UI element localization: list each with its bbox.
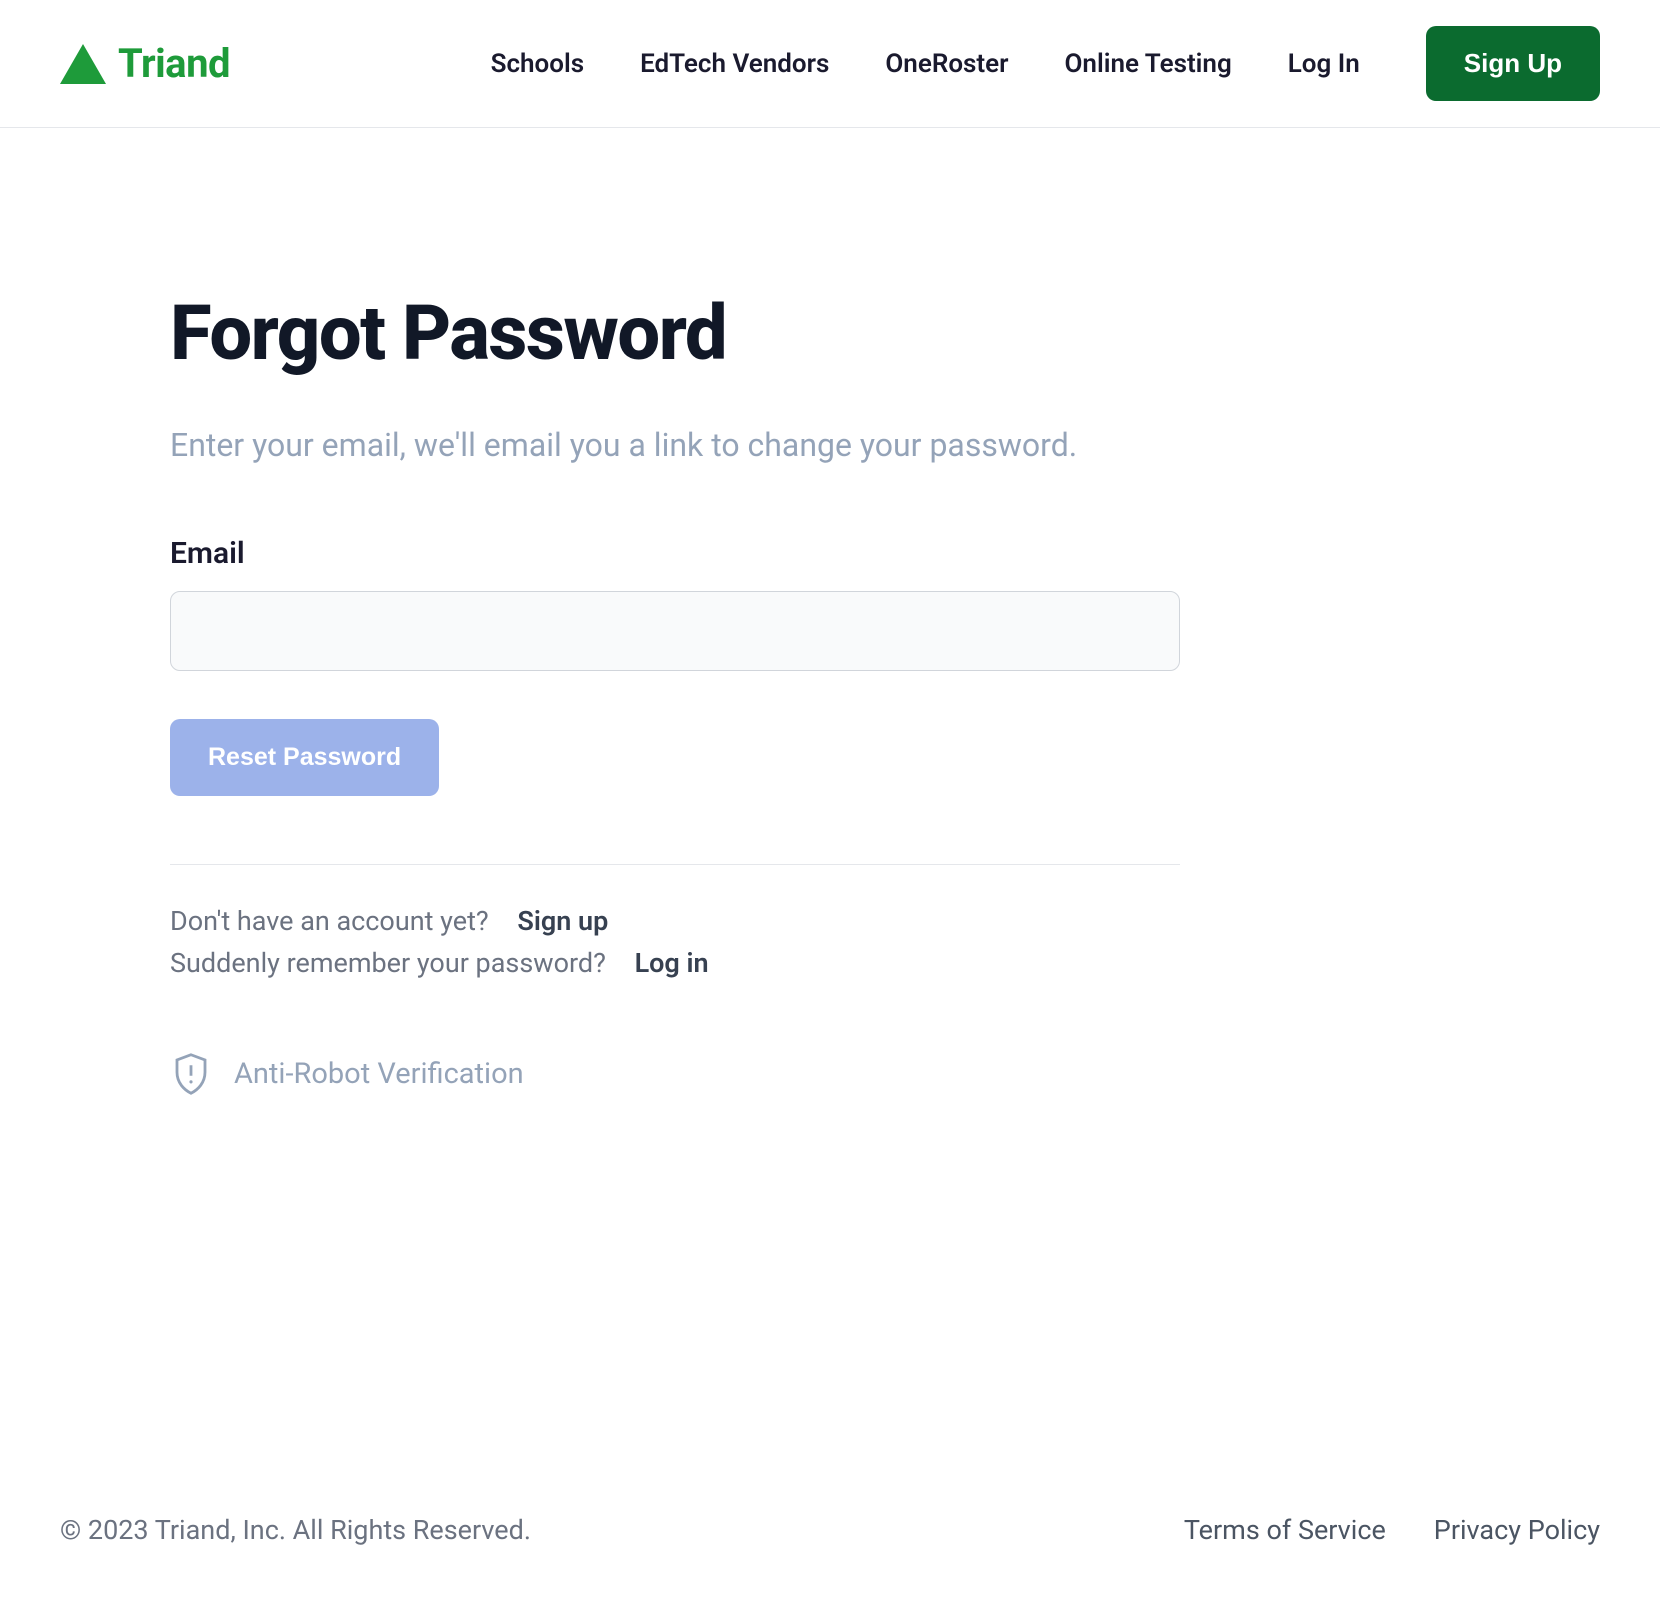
anti-robot-text: Anti-Robot Verification [234, 1057, 524, 1091]
copyright-text: © 2023 Triand, Inc. All Rights Reserved. [60, 1514, 531, 1546]
signup-link[interactable]: Sign up [517, 905, 608, 937]
main-content: Forgot Password Enter your email, we'll … [0, 128, 1660, 1500]
triangle-icon [60, 44, 106, 84]
remember-text: Suddenly remember your password? [170, 947, 606, 979]
email-field[interactable] [170, 591, 1180, 671]
remember-row: Suddenly remember your password? Log in [170, 947, 1180, 979]
nav-oneroster[interactable]: OneRoster [885, 49, 1008, 79]
nav-schools[interactable]: Schools [491, 49, 585, 79]
logo-text: Triand [118, 40, 230, 87]
signup-button[interactable]: Sign Up [1426, 26, 1600, 101]
login-link[interactable]: Log in [635, 947, 709, 979]
nav-edtech-vendors[interactable]: EdTech Vendors [640, 49, 829, 79]
main-nav: Schools EdTech Vendors OneRoster Online … [491, 26, 1600, 101]
site-header: Triand Schools EdTech Vendors OneRoster … [0, 0, 1660, 128]
divider [170, 864, 1180, 865]
page-subtitle: Enter your email, we'll email you a link… [170, 426, 1180, 464]
anti-robot-section: Anti-Robot Verification [170, 1051, 1180, 1097]
reset-password-button[interactable]: Reset Password [170, 719, 439, 796]
page-title: Forgot Password [170, 288, 1180, 378]
nav-login[interactable]: Log In [1288, 49, 1360, 79]
shield-icon [170, 1051, 212, 1097]
no-account-row: Don't have an account yet? Sign up [170, 905, 1180, 937]
site-footer: © 2023 Triand, Inc. All Rights Reserved.… [0, 1500, 1660, 1620]
terms-link[interactable]: Terms of Service [1184, 1514, 1386, 1546]
nav-online-testing[interactable]: Online Testing [1065, 49, 1232, 79]
footer-links: Terms of Service Privacy Policy [1184, 1514, 1600, 1546]
logo[interactable]: Triand [60, 40, 230, 87]
email-label: Email [170, 536, 1180, 571]
privacy-link[interactable]: Privacy Policy [1434, 1514, 1600, 1546]
no-account-text: Don't have an account yet? [170, 905, 489, 937]
